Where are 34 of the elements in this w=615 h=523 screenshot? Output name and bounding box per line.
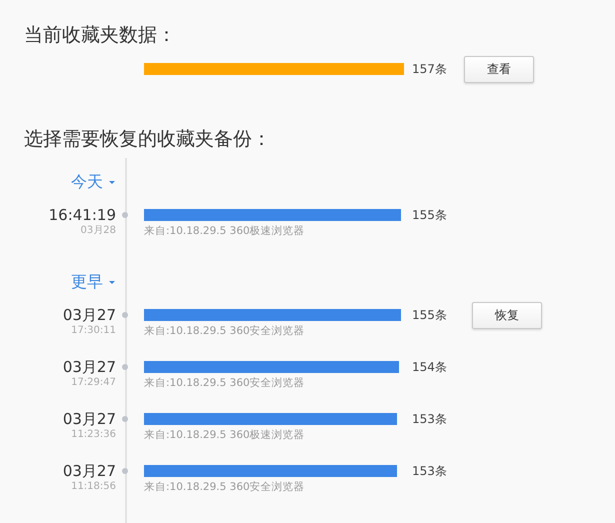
backup-time: 16:41:19 xyxy=(48,206,116,224)
backup-subtime: 03月28 xyxy=(80,224,116,238)
restore-button[interactable]: 恢复 xyxy=(472,302,542,329)
timeline-dot xyxy=(122,364,128,370)
backup-source: 来自:10.18.29.5 360安全浏览器 xyxy=(144,324,306,338)
group-toggle[interactable]: 今天 xyxy=(71,172,116,192)
section-title: 当前收藏夹数据： xyxy=(24,23,177,48)
backup-time: 03月27 xyxy=(62,306,116,324)
section-title: 选择需要恢复的收藏夹备份： xyxy=(24,127,272,152)
backup-subtime: 11:18:56 xyxy=(71,480,116,494)
timeline-dot xyxy=(122,212,128,218)
backup-subtime: 17:30:11 xyxy=(71,324,116,338)
caret-icon xyxy=(108,280,116,284)
timeline-dot xyxy=(122,468,128,474)
view-button[interactable]: 查看 xyxy=(464,56,534,82)
bookmark-count: 154条 xyxy=(412,358,447,376)
timeline-dot xyxy=(122,312,128,318)
group-toggle[interactable]: 更早 xyxy=(71,272,116,292)
timeline-dot xyxy=(122,416,128,422)
backup-subtime: 17:29:47 xyxy=(71,376,116,390)
backup-time: 03月27 xyxy=(62,462,116,480)
backup-source: 来自:10.18.29.5 360极速浏览器 xyxy=(144,224,306,238)
backup-source: 来自:10.18.29.5 360安全浏览器 xyxy=(144,480,306,494)
backup-source: 来自:10.18.29.5 360极速浏览器 xyxy=(144,428,306,442)
bookmark-count: 155条 xyxy=(412,306,447,324)
caret-icon xyxy=(108,180,116,184)
backup-time: 03月27 xyxy=(62,358,116,376)
bookmark-count: 153条 xyxy=(412,462,447,480)
bookmark-count: 155条 xyxy=(412,206,447,224)
backup-subtime: 11:23:36 xyxy=(71,428,116,442)
bookmark-count: 157条 xyxy=(412,60,447,78)
bookmark-count: 153条 xyxy=(412,410,447,428)
backup-time: 03月27 xyxy=(62,410,116,428)
backup-source: 来自:10.18.29.5 360安全浏览器 xyxy=(144,376,306,390)
